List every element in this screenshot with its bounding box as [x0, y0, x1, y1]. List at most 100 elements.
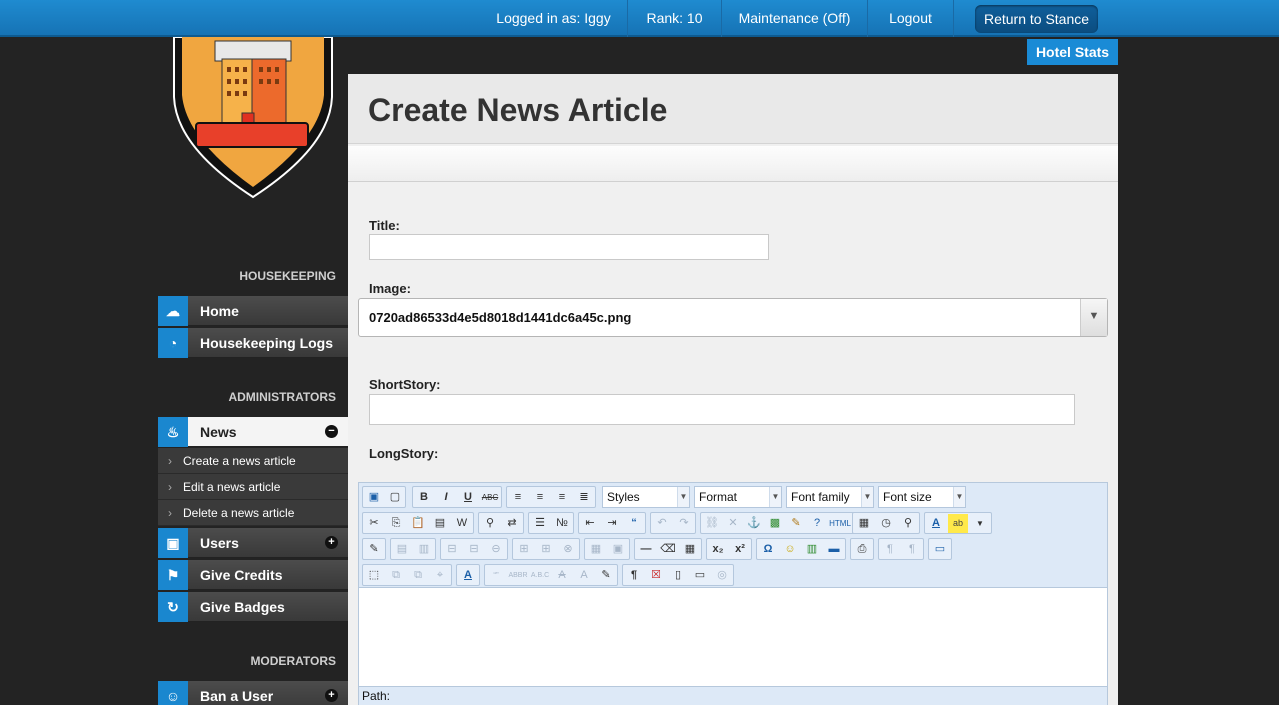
- insert-col-after-icon[interactable]: ⊞: [536, 540, 556, 559]
- find-icon[interactable]: ⚲: [480, 514, 500, 533]
- row-props-icon[interactable]: ▤: [392, 540, 412, 559]
- anchor-icon[interactable]: ⚓: [744, 514, 764, 533]
- delete-row-icon[interactable]: ⊖: [486, 540, 506, 559]
- image-select[interactable]: 0720ad86533d4e5d8018d1441dc6a45c.png ▼: [358, 298, 1108, 337]
- help-icon[interactable]: ?: [807, 514, 827, 533]
- table-icon[interactable]: ✎: [364, 540, 384, 559]
- hotel-stats-button[interactable]: Hotel Stats: [1027, 39, 1118, 65]
- cite-icon[interactable]: “”: [486, 566, 506, 585]
- horizontal-rule-icon[interactable]: —: [636, 540, 656, 559]
- insert-row-before-icon[interactable]: ⊟: [442, 540, 462, 559]
- emoticon-icon[interactable]: ☺: [780, 540, 800, 559]
- undo-icon[interactable]: ↶: [652, 514, 672, 533]
- del-icon[interactable]: A: [552, 566, 572, 585]
- strikethrough-icon[interactable]: ABC: [480, 488, 500, 507]
- text-color-icon[interactable]: A: [926, 514, 946, 533]
- insert-layer-icon[interactable]: ⬚: [364, 566, 384, 585]
- redo-icon[interactable]: ↷: [674, 514, 694, 533]
- numbered-list-icon[interactable]: №: [552, 514, 572, 533]
- subscript-icon[interactable]: x₂: [708, 540, 728, 559]
- preview-icon[interactable]: ⚲: [898, 514, 918, 533]
- unlink-icon[interactable]: ✕: [723, 514, 743, 533]
- sidebar-subitem-delete-news[interactable]: › Delete a news article: [158, 500, 348, 526]
- sidebar-item-give-credits[interactable]: ⚑ Give Credits: [158, 560, 348, 590]
- expand-icon[interactable]: +: [325, 689, 338, 702]
- cell-props-icon[interactable]: ▥: [414, 540, 434, 559]
- sidebar-item-home[interactable]: ☁ Home: [158, 296, 348, 326]
- collapse-icon[interactable]: −: [325, 425, 338, 438]
- insert-date-icon[interactable]: ▦: [854, 514, 874, 533]
- title-input[interactable]: [369, 234, 769, 260]
- new-document-icon[interactable]: ▢: [385, 488, 405, 507]
- visual-aid-icon[interactable]: ▦: [680, 540, 700, 559]
- ltr-icon[interactable]: ¶: [880, 540, 900, 559]
- paste-text-icon[interactable]: ▤: [430, 514, 450, 533]
- sidebar-item-give-badges[interactable]: ↻ Give Badges: [158, 592, 348, 622]
- fullscreen-icon[interactable]: ▭: [930, 540, 950, 559]
- move-backward-icon[interactable]: ⧉: [408, 566, 428, 585]
- copy-icon[interactable]: ⎘: [386, 514, 406, 533]
- cut-icon[interactable]: ✂: [364, 514, 384, 533]
- outdent-icon[interactable]: ⇤: [580, 514, 600, 533]
- acronym-icon[interactable]: A.B.C: [530, 566, 550, 585]
- html-source-icon[interactable]: HTML: [828, 514, 852, 533]
- absolute-icon[interactable]: ⌖: [430, 566, 450, 585]
- format-select[interactable]: Format ▼: [694, 486, 782, 508]
- bullet-list-icon[interactable]: ☰: [530, 514, 550, 533]
- align-right-icon[interactable]: ≡: [552, 488, 572, 507]
- shortstory-input[interactable]: [369, 394, 1075, 425]
- nonbreaking-icon[interactable]: ☒: [646, 566, 666, 585]
- sidebar-subitem-edit-news[interactable]: › Edit a news article: [158, 474, 348, 500]
- sidebar-item-news[interactable]: ♨ News −: [158, 417, 348, 447]
- special-char-icon[interactable]: Ω: [758, 540, 778, 559]
- ins-icon[interactable]: A: [574, 566, 594, 585]
- print-icon[interactable]: ⎙: [852, 540, 872, 559]
- expand-icon[interactable]: +: [325, 536, 338, 549]
- sidebar-item-users[interactable]: ▣ Users +: [158, 528, 348, 558]
- spellcheck-icon[interactable]: ◎: [712, 566, 732, 585]
- superscript-icon[interactable]: x²: [730, 540, 750, 559]
- background-color-icon[interactable]: ab: [948, 514, 968, 533]
- split-cells-icon[interactable]: ▦: [586, 540, 606, 559]
- styles-select[interactable]: Styles ▼: [602, 486, 690, 508]
- move-forward-icon[interactable]: ⧉: [386, 566, 406, 585]
- font-family-select[interactable]: Font family ▼: [786, 486, 874, 508]
- editor-content-area[interactable]: [359, 587, 1107, 687]
- logout-link[interactable]: Logout: [867, 0, 954, 37]
- italic-icon[interactable]: I: [436, 488, 456, 507]
- template-icon[interactable]: ▯: [668, 566, 688, 585]
- blockquote-icon[interactable]: “: [624, 514, 644, 533]
- rtl-icon[interactable]: ¶: [902, 540, 922, 559]
- return-to-stance-button[interactable]: Return to Stance: [975, 5, 1098, 33]
- style-props-icon[interactable]: A: [458, 566, 478, 585]
- paste-icon[interactable]: 📋: [408, 514, 428, 533]
- show-blocks-icon[interactable]: ¶: [624, 566, 644, 585]
- media-icon[interactable]: ▥: [802, 540, 822, 559]
- align-center-icon[interactable]: ≡: [530, 488, 550, 507]
- maintenance-link[interactable]: Maintenance (Off): [721, 0, 867, 37]
- chevron-down-icon[interactable]: ▼: [970, 514, 990, 533]
- sidebar-item-logs[interactable]: ◔ Housekeeping Logs: [158, 328, 348, 358]
- save-icon[interactable]: ▣: [364, 488, 384, 507]
- merge-cells-icon[interactable]: ▣: [608, 540, 628, 559]
- sidebar-subitem-create-news[interactable]: › Create a news article: [158, 448, 348, 474]
- pagebreak-icon[interactable]: ▭: [690, 566, 710, 585]
- insert-row-after-icon[interactable]: ⊟: [464, 540, 484, 559]
- cleanup-icon[interactable]: ✎: [786, 514, 806, 533]
- image-insert-icon[interactable]: ▩: [765, 514, 785, 533]
- insert-col-before-icon[interactable]: ⊞: [514, 540, 534, 559]
- remove-format-icon[interactable]: ⌫: [658, 540, 678, 559]
- link-icon[interactable]: ⛓: [702, 514, 722, 533]
- abbr-icon[interactable]: ABBR: [508, 566, 528, 585]
- align-justify-icon[interactable]: ≣: [574, 488, 594, 507]
- paste-word-icon[interactable]: W: [452, 514, 472, 533]
- attribs-icon[interactable]: ✎: [596, 566, 616, 585]
- indent-icon[interactable]: ⇥: [602, 514, 622, 533]
- advhr-icon[interactable]: ▬: [824, 540, 844, 559]
- insert-time-icon[interactable]: ◷: [876, 514, 896, 533]
- delete-col-icon[interactable]: ⊗: [558, 540, 578, 559]
- font-size-select[interactable]: Font size ▼: [878, 486, 966, 508]
- bold-icon[interactable]: B: [414, 488, 434, 507]
- underline-icon[interactable]: U: [458, 488, 478, 507]
- sidebar-item-ban-user[interactable]: ☺ Ban a User +: [158, 681, 348, 705]
